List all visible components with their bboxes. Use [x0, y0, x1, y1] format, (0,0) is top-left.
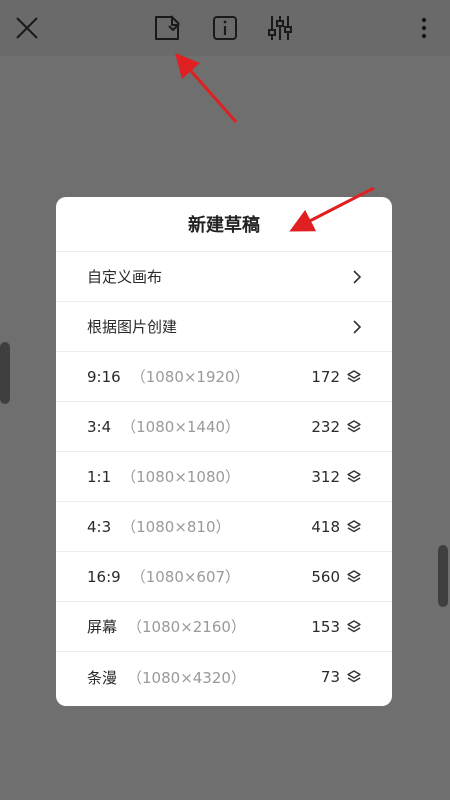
annotation-arrow — [175, 53, 238, 123]
annotation-arrow — [289, 186, 375, 232]
screen: 新建草稿 自定义画布 根据图片创建 9:16 （1080×1920） 172 3… — [0, 0, 450, 800]
annotation-arrows — [175, 53, 375, 232]
